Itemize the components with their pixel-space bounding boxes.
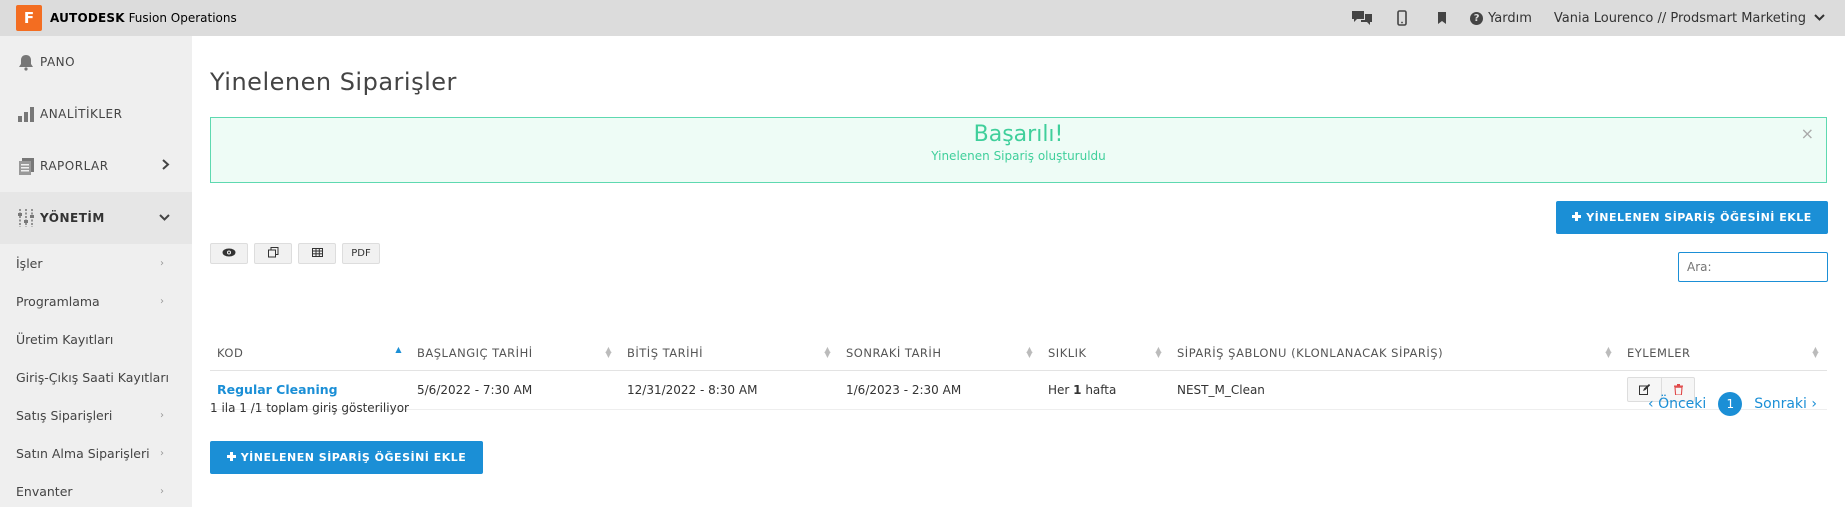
chevron-right-icon: › (1806, 396, 1817, 412)
sidebar-item-label: YÖNETİM (40, 211, 105, 225)
pagination: ‹ Önceki 1 Sonraki › (1648, 392, 1817, 416)
sidebar-item-raporlar[interactable]: RAPORLAR (0, 140, 192, 192)
sort-icon: ▲ ▼ (605, 345, 612, 359)
chevron-left-icon: ‹ (1648, 396, 1659, 412)
sidebar-sub-label: Satış Siparişleri (16, 407, 113, 423)
chevron-down-icon (1814, 12, 1825, 25)
column-header-kod[interactable]: KOD ▲ (210, 336, 410, 371)
report-icon (17, 157, 35, 175)
recurring-orders-table: KOD ▲ BAŞLANGIÇ TARİHİ ▲ ▼ BİTİŞ TARİHİ ▲ ▼ S… (210, 336, 1827, 410)
table-row: Regular Cleaning 5/6/2022 - 7:30 AM 12/3… (210, 370, 1827, 410)
user-menu[interactable]: Vania Lourenco // Prodsmart Marketing (1554, 11, 1825, 26)
sidebar-sub-giris-cikis[interactable]: Giriş-Çıkış Saati Kayıtları (0, 358, 192, 396)
table-tools: PDF (210, 243, 380, 264)
column-visibility-button[interactable] (210, 243, 248, 264)
sidebar-sub-programlama[interactable]: Programlama › (0, 282, 192, 320)
sort-icon: ▲ ▼ (1026, 345, 1033, 359)
sidebar-sub-label: Envanter (16, 483, 73, 499)
sidebar-sub-label: Programlama (16, 293, 100, 309)
sidebar-item-yonetim[interactable]: YÖNETİM (0, 192, 192, 244)
sort-icon: ▲ ▼ (1155, 345, 1162, 359)
fusion-logo[interactable]: F (16, 5, 42, 31)
sidebar-sub-envanter[interactable]: Envanter › (0, 472, 192, 510)
add-recurring-order-button[interactable]: YİNELENEN SİPARİŞ ÖĞESİNİ EKLE (1556, 201, 1828, 234)
page-number-1[interactable]: 1 (1718, 392, 1743, 416)
next-date-cell: 1/6/2023 - 2:30 AM (839, 370, 1041, 410)
sort-icon: ▲ ▼ (824, 345, 831, 359)
help-icon: ? (1470, 11, 1484, 25)
sidebar-sub-label: İşler (16, 255, 43, 271)
sidebar-item-pano[interactable]: PANO (0, 36, 192, 88)
add-button-label: YİNELENEN SİPARİŞ ÖĞESİNİ EKLE (240, 451, 467, 464)
excel-button[interactable] (298, 243, 336, 264)
table-info: 1 ila 1 /1 toplam giriş gösteriliyor (210, 401, 409, 415)
column-header-baslangic[interactable]: BAŞLANGIÇ TARİHİ ▲ ▼ (410, 336, 620, 371)
sidebar-sub-uretim-kayitlari[interactable]: Üretim Kayıtları (0, 320, 192, 358)
bell-icon (17, 53, 35, 71)
help-link[interactable]: ? Yardım (1470, 11, 1532, 26)
sidebar-sub-label: Üretim Kayıtları (16, 331, 114, 347)
end-date-cell: 12/31/2022 - 8:30 AM (620, 370, 839, 410)
user-name: Vania Lourenco // Prodsmart Marketing (1553, 10, 1806, 26)
bar-chart-icon (17, 105, 35, 123)
column-header-siklik[interactable]: SIKLIK ▲ ▼ (1041, 336, 1170, 371)
chevron-right-icon: › (160, 485, 164, 497)
start-date-cell: 5/6/2022 - 7:30 AM (410, 370, 620, 410)
column-header-eylemler[interactable]: EYLEMLER ▲ ▼ (1620, 336, 1827, 371)
sidebar-item-analitikler[interactable]: ANALİTİKLER (0, 88, 192, 140)
prev-page-button[interactable]: ‹ Önceki (1648, 396, 1706, 412)
sidebar-item-label: PANO (40, 55, 76, 69)
plus-icon (1572, 211, 1582, 224)
search-input[interactable] (1678, 252, 1828, 282)
chevron-right-icon: › (160, 447, 164, 459)
help-label: Yardım (1488, 10, 1532, 26)
sidebar-sub-isler[interactable]: İşler › (0, 244, 192, 282)
sort-icon: ▲ ▼ (1812, 345, 1819, 359)
chevron-right-icon: › (160, 257, 164, 269)
next-page-button[interactable]: Sonraki › (1754, 396, 1817, 412)
sort-icon: ▲ ▼ (1605, 345, 1612, 359)
sidebar-sub-label: Giriş-Çıkış Saati Kayıtları (16, 369, 169, 385)
plus-icon (226, 451, 236, 464)
table-icon (311, 247, 323, 260)
sidebar-item-label: RAPORLAR (40, 159, 109, 173)
alert-title: Başarılı! (973, 122, 1064, 147)
sidebar-item-label: ANALİTİKLER (40, 107, 123, 121)
bookmark-icon[interactable] (1422, 12, 1462, 24)
eye-icon (222, 248, 236, 260)
copy-icon (267, 246, 279, 261)
sort-asc-icon: ▲ (395, 345, 402, 354)
main-content: Yinelenen Siparişler Başarılı! Yinelenen… (192, 36, 1845, 507)
sidebar-sub-satis-siparisleri[interactable]: Satış Siparişleri › (0, 396, 192, 434)
frequency-cell: Her 1 hafta (1041, 370, 1170, 410)
chevron-right-icon (162, 158, 170, 174)
sliders-icon (17, 209, 35, 227)
chevron-down-icon (159, 211, 170, 226)
alert-message: Yinelenen Sipariş oluşturuldu (931, 149, 1106, 163)
chevron-right-icon: › (160, 295, 164, 307)
top-bar: F AUTODESK Fusion Operations ? Yardım Va… (0, 0, 1845, 36)
chevron-right-icon: › (160, 409, 164, 421)
add-recurring-order-button-bottom[interactable]: YİNELENEN SİPARİŞ ÖĞESİNİ EKLE (210, 441, 483, 474)
column-header-bitis[interactable]: BİTİŞ TARİHİ ▲ ▼ (620, 336, 839, 371)
sidebar-sub-label: Satın Alma Siparişleri (16, 445, 150, 461)
template-cell: NEST_M_Clean (1170, 370, 1620, 410)
chat-icon[interactable] (1342, 9, 1382, 27)
sidebar: PANO ANALİTİKLER RAPORLAR YÖNETİM İşler … (0, 36, 192, 507)
close-icon[interactable]: × (1801, 124, 1814, 143)
mobile-icon[interactable] (1382, 10, 1422, 26)
pdf-button[interactable]: PDF (342, 243, 380, 264)
copy-button[interactable] (254, 243, 292, 264)
table-header-row: KOD ▲ BAŞLANGIÇ TARİHİ ▲ ▼ BİTİŞ TARİHİ ▲ ▼ S… (210, 336, 1827, 371)
column-header-sablon[interactable]: SİPARİŞ ŞABLONU (KLONLANACAK SİPARİŞ) ▲ ▼ (1170, 336, 1620, 371)
column-header-sonraki[interactable]: SONRAKİ TARİH ▲ ▼ (839, 336, 1041, 371)
success-alert: Başarılı! Yinelenen Sipariş oluşturuldu … (210, 117, 1827, 183)
add-button-label: YİNELENEN SİPARİŞ ÖĞESİNİ EKLE (1586, 211, 1812, 224)
page-title: Yinelenen Siparişler (210, 68, 457, 96)
sidebar-sub-satin-alma[interactable]: Satın Alma Siparişleri › (0, 434, 192, 472)
brand-name: AUTODESK Fusion Operations (50, 11, 237, 25)
